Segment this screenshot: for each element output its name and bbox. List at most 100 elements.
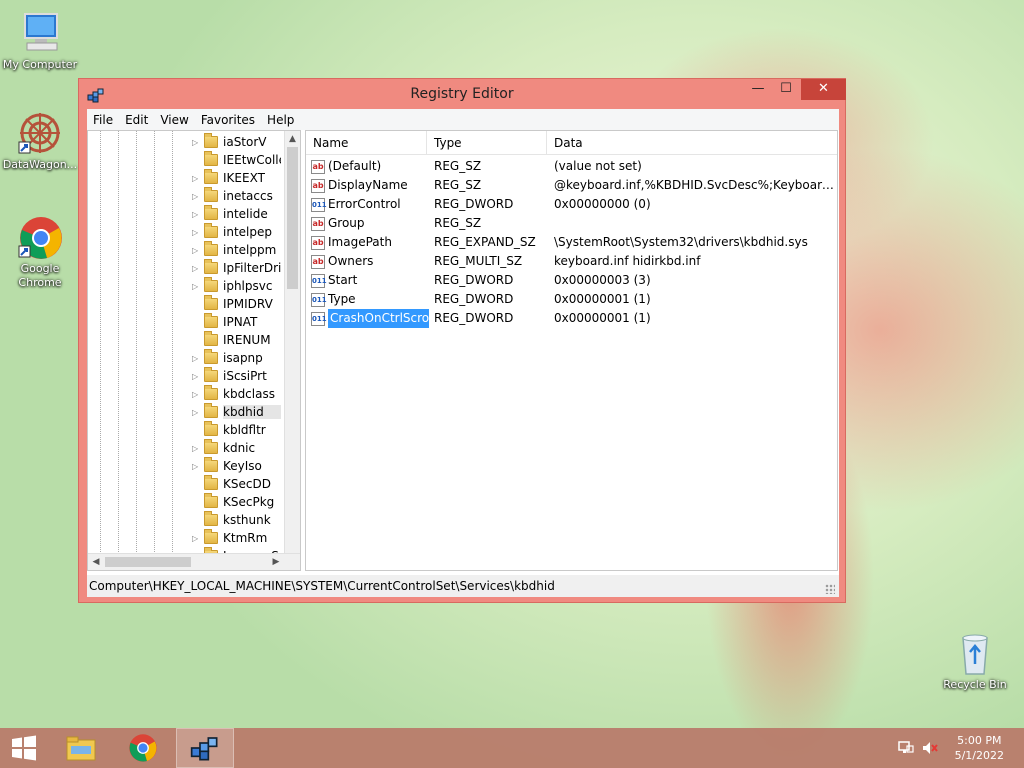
tree-item[interactable]: ▷ iScsiPrt <box>192 367 281 385</box>
expand-arrow-icon[interactable]: ▷ <box>192 264 204 273</box>
expand-arrow-icon[interactable]: ▷ <box>192 138 204 147</box>
minimize-button[interactable]: — <box>744 79 772 100</box>
value-row[interactable]: ab Group REG_SZ <box>306 214 837 233</box>
tree-item[interactable]: ▷ KeyIso <box>192 457 281 475</box>
scrollbar-thumb[interactable] <box>105 557 191 567</box>
values-list-pane[interactable]: Name Type Data ab (Default) REG_SZ (value n… <box>305 130 838 571</box>
menu-view[interactable]: View <box>154 113 194 127</box>
expand-arrow-icon[interactable]: ▷ <box>192 246 204 255</box>
tree-item-label: isapnp <box>223 351 263 365</box>
taskbar-registry-editor[interactable] <box>176 728 234 768</box>
tree-item[interactable]: ▷ KtmRm <box>192 529 281 547</box>
network-icon[interactable] <box>898 740 914 756</box>
folder-icon <box>204 259 218 274</box>
binary-value-icon: 011 <box>311 292 327 307</box>
menu-favorites[interactable]: Favorites <box>195 113 261 127</box>
value-name: Start <box>328 273 358 287</box>
folder-icon <box>204 223 218 238</box>
tree-horizontal-scrollbar[interactable]: ◀ ▶ <box>88 553 300 570</box>
tree-item[interactable]: ▷ intelppm <box>192 241 281 259</box>
expand-arrow-icon[interactable]: ▷ <box>192 390 204 399</box>
tree-item[interactable]: IPNAT <box>192 313 281 331</box>
expand-arrow-icon[interactable]: ▷ <box>192 408 204 417</box>
tree-item-label: kdnic <box>223 441 256 455</box>
value-row[interactable]: 011 Type REG_DWORD 0x00000001 (1) <box>306 290 837 309</box>
expand-arrow-icon[interactable]: ▷ <box>192 174 204 183</box>
tree-item[interactable]: KSecDD <box>192 475 281 493</box>
folder-icon <box>204 439 218 454</box>
expand-arrow-icon[interactable]: ▷ <box>192 354 204 363</box>
folder-icon <box>204 511 218 526</box>
expand-arrow-icon[interactable]: ▷ <box>192 444 204 453</box>
scroll-up-arrow-icon[interactable]: ▲ <box>285 131 300 147</box>
folder-icon <box>204 367 218 382</box>
tree-item[interactable]: ▷ inetaccs <box>192 187 281 205</box>
tree-item[interactable]: ▷ kbdhid <box>192 403 281 421</box>
tree-item[interactable]: ▷ kbdclass <box>192 385 281 403</box>
tree-item[interactable]: ksthunk <box>192 511 281 529</box>
desktop-icon-my-computer[interactable]: My Computer <box>0 10 80 72</box>
scrollbar-thumb[interactable] <box>287 147 298 289</box>
column-header-type[interactable]: Type <box>427 131 547 155</box>
expand-arrow-icon[interactable]: ▷ <box>192 210 204 219</box>
tree-item[interactable]: IRENUM <box>192 331 281 349</box>
title-bar[interactable]: Registry Editor — ☐ ✕ <box>79 79 846 109</box>
desktop-icon-google-chrome[interactable]: Google Chrome <box>0 214 80 290</box>
system-clock[interactable]: 5:00 PM 5/1/2022 <box>955 733 1004 763</box>
menu-help[interactable]: Help <box>261 113 300 127</box>
tree-item[interactable]: ▷ intelpep <box>192 223 281 241</box>
tree-item[interactable]: ▷ isapnp <box>192 349 281 367</box>
tree-item[interactable]: ▷ IKEEXT <box>192 169 281 187</box>
tree-item[interactable]: ▷ IpFilterDriver <box>192 259 281 277</box>
column-header-name[interactable]: Name <box>306 131 427 155</box>
value-type: REG_SZ <box>434 216 482 230</box>
expand-arrow-icon[interactable]: ▷ <box>192 462 204 471</box>
key-tree-pane[interactable]: ▷ iaStorV IEEtwCollectorService ▷ IKEEXT ▷ ine… <box>87 130 301 571</box>
tree-item[interactable]: IPMIDRV <box>192 295 281 313</box>
tree-item[interactable]: IEEtwCollectorService <box>192 151 281 169</box>
column-header-data[interactable]: Data <box>547 131 837 155</box>
tree-item[interactable]: ▷ kdnic <box>192 439 281 457</box>
taskbar-file-explorer[interactable] <box>52 728 110 768</box>
expand-arrow-icon[interactable]: ▷ <box>192 282 204 291</box>
folder-icon <box>204 421 218 436</box>
value-name: Owners <box>328 254 374 268</box>
expand-arrow-icon[interactable]: ▷ <box>192 534 204 543</box>
tree-vertical-scrollbar[interactable]: ▲ <box>284 131 300 554</box>
tree-item[interactable]: ▷ intelide <box>192 205 281 223</box>
value-row[interactable]: 011 CrashOnCtrlScroll REG_DWORD 0x00000001 … <box>306 309 837 328</box>
close-button[interactable]: ✕ <box>801 79 846 100</box>
resize-grip-icon[interactable] <box>825 584 835 594</box>
tree-item-label: IPNAT <box>223 315 258 329</box>
menu-file[interactable]: File <box>87 113 119 127</box>
expand-arrow-icon[interactable]: ▷ <box>192 372 204 381</box>
value-name: Type <box>328 292 356 306</box>
value-data <box>554 214 834 233</box>
value-row[interactable]: ab (Default) REG_SZ (value not set) <box>306 157 837 176</box>
value-row[interactable]: 011 ErrorControl REG_DWORD 0x00000000 (0) <box>306 195 837 214</box>
tree-item[interactable]: kbldfltr <box>192 421 281 439</box>
taskbar-google-chrome[interactable] <box>114 728 172 768</box>
desktop-icon-datawagon[interactable]: DataWagon... <box>0 110 80 172</box>
tree-item[interactable]: ▷ iphlpsvc <box>192 277 281 295</box>
scroll-right-arrow-icon[interactable]: ▶ <box>268 554 284 570</box>
value-row[interactable]: ab ImagePath REG_EXPAND_SZ \SystemRoot\Syst… <box>306 233 837 252</box>
folder-icon <box>204 295 218 310</box>
value-row[interactable]: ab DisplayName REG_SZ @keyboard.inf,%KBDHID… <box>306 176 837 195</box>
volume-muted-icon[interactable] <box>922 740 938 756</box>
value-name: ErrorControl <box>328 197 401 211</box>
tree-item-label: IRENUM <box>223 333 271 347</box>
tree-item[interactable]: ▷ iaStorV <box>192 133 281 151</box>
expand-arrow-icon[interactable]: ▷ <box>192 228 204 237</box>
value-row[interactable]: ab Owners REG_MULTI_SZ keyboard.inf hidirkb… <box>306 252 837 271</box>
tree-item[interactable]: KSecPkg <box>192 493 281 511</box>
start-button[interactable] <box>0 728 48 768</box>
menu-edit[interactable]: Edit <box>119 113 154 127</box>
scroll-left-arrow-icon[interactable]: ◀ <box>88 554 104 570</box>
tree-item-label: kbldfltr <box>223 423 266 437</box>
value-row[interactable]: 011 Start REG_DWORD 0x00000003 (3) <box>306 271 837 290</box>
maximize-button[interactable]: ☐ <box>772 79 800 100</box>
desktop-icon-recycle-bin[interactable]: Recycle Bin <box>935 630 1015 692</box>
menu-bar: File Edit View Favorites Help <box>87 109 839 130</box>
expand-arrow-icon[interactable]: ▷ <box>192 192 204 201</box>
